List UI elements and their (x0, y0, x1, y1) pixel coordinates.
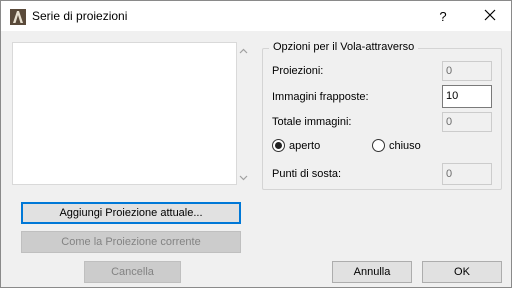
archicad-icon (10, 9, 26, 25)
close-icon (484, 9, 496, 24)
help-button[interactable]: ? (427, 1, 459, 31)
help-icon: ? (439, 8, 447, 24)
aperto-label[interactable]: aperto (289, 140, 320, 152)
punti-di-sosta-label: Punti di sosta: (272, 168, 342, 180)
close-button[interactable] (475, 1, 505, 31)
same-as-current-projection-button: Come la Proiezione corrente (21, 231, 241, 253)
ok-button[interactable]: OK (422, 261, 502, 283)
chevron-up-icon (239, 45, 248, 57)
aperto-radio[interactable] (272, 139, 285, 152)
chiuso-radio[interactable] (372, 139, 385, 152)
chiuso-label[interactable]: chiuso (389, 140, 421, 152)
projection-list[interactable] (12, 42, 237, 185)
scroll-down-button[interactable] (237, 172, 249, 184)
proiezioni-label: Proiezioni: (272, 65, 324, 77)
scroll-up-button[interactable] (237, 45, 249, 57)
punti-di-sosta-field: 0 (442, 163, 492, 185)
chevron-down-icon (239, 172, 248, 184)
proiezioni-field: 0 (442, 61, 492, 81)
window-title: Serie di proiezioni (32, 9, 128, 23)
totale-immagini-field: 0 (442, 112, 492, 132)
group-title: Opzioni per il Vola-attraverso (269, 41, 419, 53)
projection-series-dialog: Serie di proiezioni ? Opzioni per il Vol… (0, 0, 512, 288)
totale-immagini-label: Totale immagini: (272, 116, 352, 128)
add-current-projection-button[interactable]: Aggiungi Proiezione attuale... (21, 202, 241, 224)
delete-button: Cancella (84, 261, 181, 283)
title-bar: Serie di proiezioni ? (1, 1, 511, 31)
cancel-button[interactable]: Annulla (332, 261, 412, 283)
immagini-frapposte-field[interactable]: 10 (442, 85, 492, 108)
immagini-frapposte-label: Immagini frapposte: (272, 91, 369, 103)
